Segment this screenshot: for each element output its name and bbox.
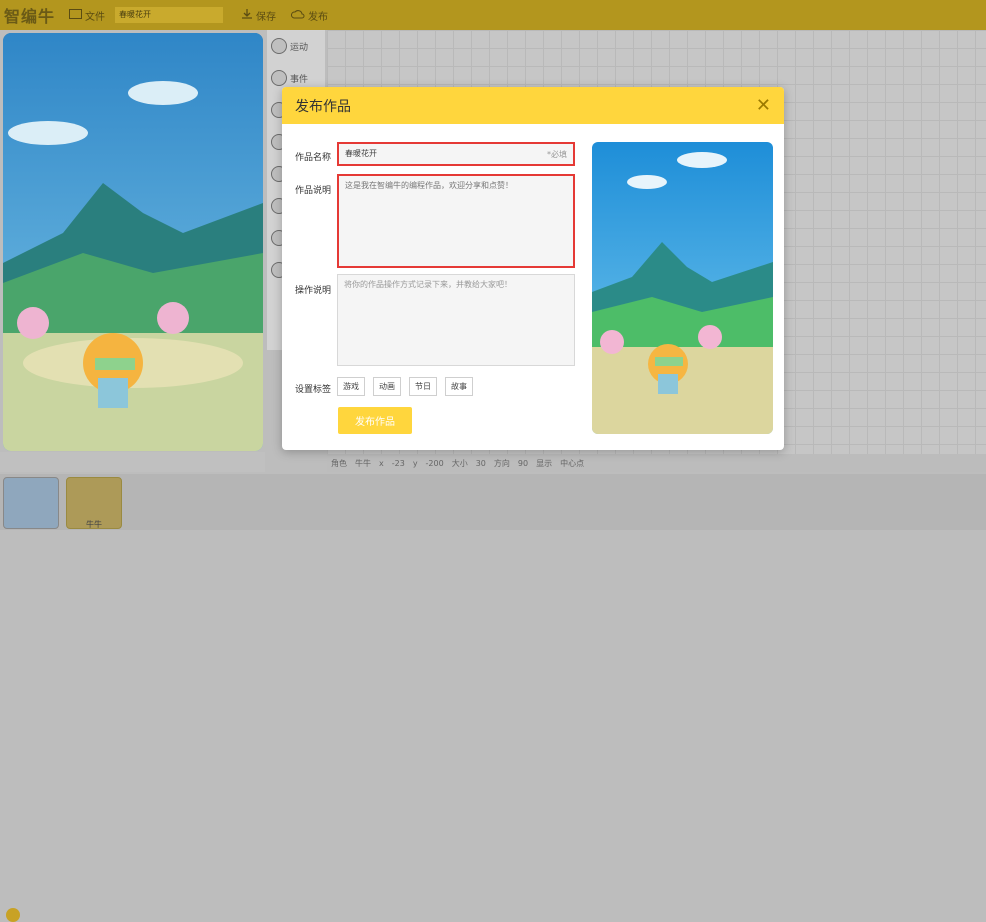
operation-label: 操作说明	[295, 286, 332, 296]
tag-game[interactable]: 游戏	[337, 377, 365, 396]
description-value: 这是我在智编牛的编程作品，欢迎分享和点赞！	[345, 181, 513, 190]
tags-label: 设置标签	[295, 385, 332, 395]
dialog-header: 发布作品 ✕	[282, 87, 784, 124]
operation-field[interactable]: 将你的作品操作方式记录下来，并教给大家吧！	[337, 274, 575, 366]
tag-holiday[interactable]: 节日	[409, 377, 437, 396]
required-hint: *必填	[547, 150, 567, 159]
project-name-field[interactable]: 春暖花开 *必填	[337, 142, 575, 166]
preview-image	[592, 142, 773, 434]
operation-placeholder: 将你的作品操作方式记录下来，并教给大家吧！	[344, 280, 512, 289]
play-icon[interactable]	[6, 908, 20, 922]
description-field[interactable]: 这是我在智编牛的编程作品，欢迎分享和点赞！	[337, 174, 575, 268]
dialog-title: 发布作品	[295, 98, 351, 115]
publish-dialog: 发布作品 ✕ 作品名称 春暖花开 *必填 作品说明 这是我在智编牛的编程作品，欢…	[282, 87, 784, 450]
publish-button[interactable]: 发布作品	[338, 407, 412, 434]
name-label: 作品名称	[295, 153, 332, 163]
tag-story[interactable]: 故事	[445, 377, 473, 396]
project-name-value: 春暖花开	[345, 149, 377, 158]
tag-animation[interactable]: 动画	[373, 377, 401, 396]
tag-list: 游戏 动画 节日 故事	[337, 377, 473, 396]
close-icon[interactable]: ✕	[756, 96, 771, 115]
description-label: 作品说明	[295, 186, 332, 196]
